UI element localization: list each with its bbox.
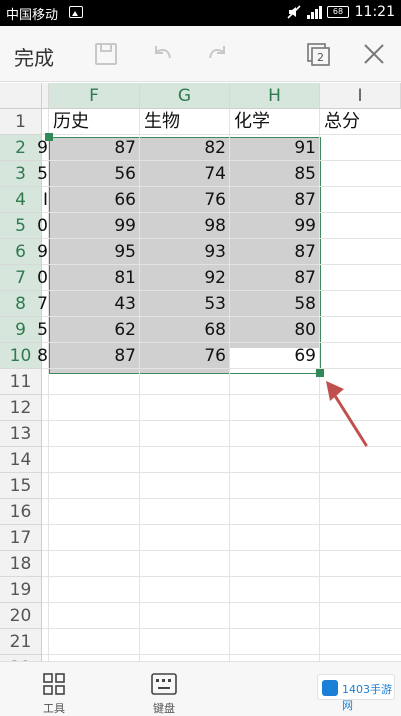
row-header-12[interactable]: 12 — [0, 395, 42, 421]
data-cell[interactable]: 68 — [140, 317, 230, 343]
row-gridline — [42, 524, 401, 525]
watermark-logo-icon — [322, 680, 338, 696]
column-header-f[interactable]: F — [49, 83, 140, 109]
watermark-logo: 1403手游网 — [317, 674, 395, 712]
column-header-h[interactable]: H — [230, 83, 320, 109]
annotation-arrow-icon — [326, 381, 368, 447]
data-cell[interactable]: 81 — [49, 265, 140, 291]
data-cell[interactable]: 92 — [140, 265, 230, 291]
undo-icon[interactable] — [148, 40, 176, 68]
keyboard-button[interactable]: 键盘 — [134, 666, 194, 715]
row-header-18[interactable]: 18 — [0, 551, 42, 577]
row-header-13[interactable]: 13 — [0, 421, 42, 447]
partial-cell: 9 — [37, 242, 48, 262]
data-cell[interactable]: 87 — [49, 135, 140, 161]
data-cell[interactable]: 80 — [230, 317, 320, 343]
data-cell[interactable]: 53 — [140, 291, 230, 317]
row-gridline — [42, 654, 401, 655]
tools-button[interactable]: 工具 — [24, 666, 84, 715]
row-header-1[interactable]: 1 — [0, 109, 42, 135]
select-all-corner[interactable] — [0, 83, 42, 109]
data-cell[interactable]: 76 — [140, 187, 230, 213]
data-cell[interactable]: 98 — [140, 213, 230, 239]
watermark-text: 1403手游网 — [342, 683, 392, 712]
data-cell[interactable]: 87 — [230, 187, 320, 213]
partial-cell: 5 — [37, 164, 48, 184]
data-cell[interactable]: 74 — [140, 161, 230, 187]
column-header-i[interactable]: I — [320, 83, 401, 109]
partial-cell: 0 — [37, 268, 48, 288]
partial-cell: 8 — [37, 346, 48, 366]
redo-icon[interactable] — [204, 40, 232, 68]
row-header-14[interactable]: 14 — [0, 447, 42, 473]
battery-icon: 68 — [327, 6, 349, 18]
data-cell[interactable]: 43 — [49, 291, 140, 317]
grid-icon — [43, 673, 65, 695]
data-cell[interactable]: 95 — [49, 239, 140, 265]
data-cell[interactable]: 58 — [230, 291, 320, 317]
data-cell[interactable]: 91 — [230, 135, 320, 161]
data-cell[interactable]: 93 — [140, 239, 230, 265]
status-bar: 中国移动 68 11:21 — [0, 0, 401, 26]
partial-cell: 5 — [37, 320, 48, 340]
done-button[interactable]: 完成 — [14, 42, 54, 71]
header-cell-g[interactable]: 生物 — [140, 109, 230, 135]
data-cell[interactable]: 66 — [49, 187, 140, 213]
close-icon[interactable] — [360, 40, 388, 68]
row-header-19[interactable]: 19 — [0, 577, 42, 603]
row-gridline — [42, 550, 401, 551]
row-gridline — [42, 576, 401, 577]
data-cell[interactable]: 99 — [49, 213, 140, 239]
spreadsheet-grid[interactable]: FGHI12345678910111213141516171819202122历… — [0, 83, 401, 661]
data-cell[interactable]: 69 — [230, 343, 320, 369]
row-header-15[interactable]: 15 — [0, 473, 42, 499]
row-header-11[interactable]: 11 — [0, 369, 42, 395]
row-gridline — [42, 628, 401, 629]
selection-handle-top-left[interactable] — [45, 133, 53, 141]
row-header-17[interactable]: 17 — [0, 525, 42, 551]
row-header-20[interactable]: 20 — [0, 603, 42, 629]
data-cell[interactable]: 87 — [230, 265, 320, 291]
carrier-name: 中国移动 — [6, 8, 59, 23]
data-cell[interactable]: 87 — [49, 343, 140, 369]
bottom-bar: 工具 键盘 1403手游网 — [0, 661, 401, 716]
data-cell[interactable]: 85 — [230, 161, 320, 187]
row-gridline — [42, 498, 401, 499]
row-gridline — [42, 602, 401, 603]
svg-text:2: 2 — [317, 51, 324, 64]
data-cell[interactable]: 62 — [49, 317, 140, 343]
signal-icon — [307, 6, 322, 19]
data-cell[interactable]: 76 — [140, 343, 230, 369]
partial-cell: 0 — [37, 216, 48, 236]
column-header-g[interactable]: G — [140, 83, 230, 109]
data-cell[interactable]: 56 — [49, 161, 140, 187]
column-header-e-partial[interactable] — [42, 83, 49, 109]
partial-cell: I — [42, 190, 48, 210]
keyboard-icon — [151, 673, 177, 695]
spreadsheet-screen: 中国移动 68 11:21 完成 2 F G H I 1 2 3 4 5 6 7… — [0, 0, 401, 716]
header-cell-h[interactable]: 化学 — [230, 109, 320, 135]
row-header-21[interactable]: 21 — [0, 629, 42, 655]
clock: 11:21 — [354, 4, 395, 20]
keyboard-label: 键盘 — [153, 702, 175, 715]
image-notification-icon — [69, 6, 83, 18]
partial-cell: 7 — [37, 294, 48, 314]
header-cell-i[interactable]: 总分 — [320, 109, 401, 135]
battery-level: 68 — [332, 7, 344, 16]
save-icon[interactable] — [92, 40, 120, 68]
header-cell-f[interactable]: 历史 — [49, 109, 140, 135]
data-cell[interactable]: 99 — [230, 213, 320, 239]
row-header-16[interactable]: 16 — [0, 499, 42, 525]
data-cell[interactable]: 87 — [230, 239, 320, 265]
data-cell[interactable]: 82 — [140, 135, 230, 161]
row-gridline — [42, 472, 401, 473]
mute-icon — [287, 5, 301, 19]
top-toolbar: 完成 2 — [0, 26, 401, 82]
tools-label: 工具 — [43, 702, 65, 715]
sheets-count-icon[interactable]: 2 — [304, 40, 332, 68]
